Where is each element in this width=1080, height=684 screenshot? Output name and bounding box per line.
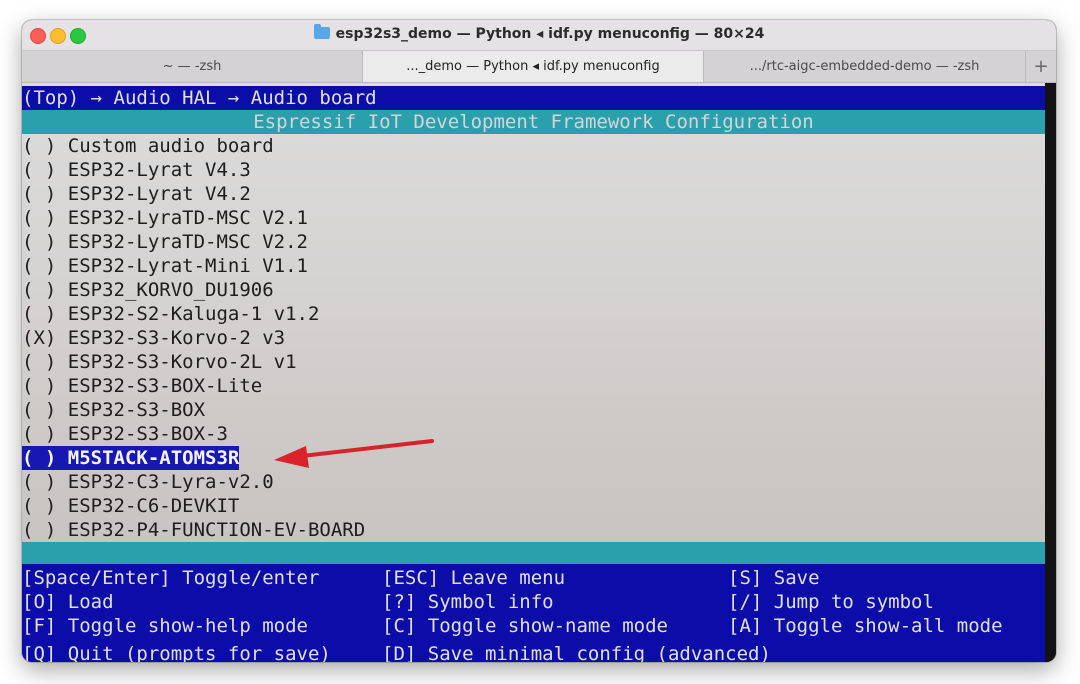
tab-bar: ~ — -zsh ..._demo — Python ◂ idf.py menu…	[22, 51, 1056, 83]
new-tab-button[interactable]: +	[1026, 51, 1056, 82]
tab-zsh-home[interactable]: ~ — -zsh	[22, 51, 363, 82]
tab-menuconfig[interactable]: ..._demo — Python ◂ idf.py menuconfig	[363, 51, 704, 82]
annotation-arrow	[274, 439, 434, 468]
title-bar: esp32s3_demo — Python ◂ idf.py menuconfi…	[22, 20, 1056, 51]
window-title: esp32s3_demo — Python ◂ idf.py menuconfi…	[22, 24, 1056, 42]
terminal-scrollbar[interactable]	[1045, 83, 1056, 662]
window-title-text: esp32s3_demo — Python ◂ idf.py menuconfi…	[335, 26, 765, 42]
folder-icon	[313, 24, 330, 39]
terminal-window: esp32s3_demo — Python ◂ idf.py menuconfi…	[22, 20, 1056, 662]
terminal-area[interactable]: (Top) → Audio HAL → Audio board Espressi…	[22, 83, 1045, 662]
tab-rtc-aigc[interactable]: .../rtc-aigc-embedded-demo — -zsh	[704, 51, 1026, 82]
